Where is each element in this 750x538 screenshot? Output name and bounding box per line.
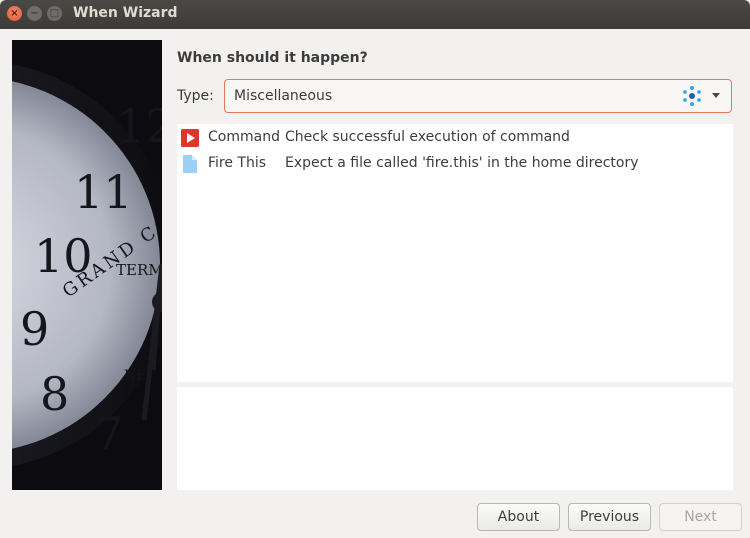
page-heading: When should it happen? bbox=[177, 50, 368, 66]
window-title: When Wizard bbox=[73, 5, 178, 21]
close-window-button[interactable]: × bbox=[7, 6, 22, 21]
list-item[interactable]: Fire This Expect a file called 'fire.thi… bbox=[177, 151, 733, 177]
minimize-window-button[interactable]: − bbox=[27, 6, 42, 21]
spinner-dots-icon bbox=[681, 85, 703, 111]
title-bar: × − □ When Wizard bbox=[0, 0, 750, 29]
item-description: Check successful execution of command bbox=[285, 129, 570, 145]
clock-numeral: 8 bbox=[40, 367, 69, 421]
clock-image: 12 11 10 9 8 7 GRAND C TERMI NE bbox=[12, 40, 162, 490]
clock-illustration: 12 11 10 9 8 7 GRAND C TERMI NE bbox=[12, 40, 162, 490]
item-name: Fire This bbox=[208, 155, 267, 171]
type-dropdown[interactable]: Miscellaneous bbox=[224, 79, 732, 113]
detail-pane bbox=[177, 387, 733, 490]
clock-numeral: 7 bbox=[94, 407, 123, 461]
type-value: Miscellaneous bbox=[234, 88, 333, 104]
item-name: Command bbox=[208, 129, 280, 145]
clock-numeral: 12 bbox=[116, 99, 162, 153]
item-description: Expect a file called 'fire.this' in the … bbox=[285, 155, 639, 171]
red-play-icon bbox=[181, 129, 199, 147]
list-item[interactable]: Command Check successful execution of co… bbox=[177, 125, 733, 151]
condition-list[interactable]: Command Check successful execution of co… bbox=[177, 124, 733, 382]
clock-brand-text: NE bbox=[124, 368, 146, 384]
clock-brand-text: TERMI bbox=[116, 261, 162, 279]
about-button[interactable]: About bbox=[477, 503, 560, 531]
clock-numeral: 9 bbox=[20, 302, 49, 356]
file-icon bbox=[181, 155, 199, 173]
next-button[interactable]: Next bbox=[659, 503, 742, 531]
chevron-down-icon[interactable] bbox=[712, 93, 720, 98]
maximize-window-button[interactable]: □ bbox=[47, 6, 62, 21]
previous-button[interactable]: Previous bbox=[568, 503, 651, 531]
clock-numeral: 11 bbox=[74, 165, 133, 219]
type-label: Type: bbox=[177, 88, 214, 104]
